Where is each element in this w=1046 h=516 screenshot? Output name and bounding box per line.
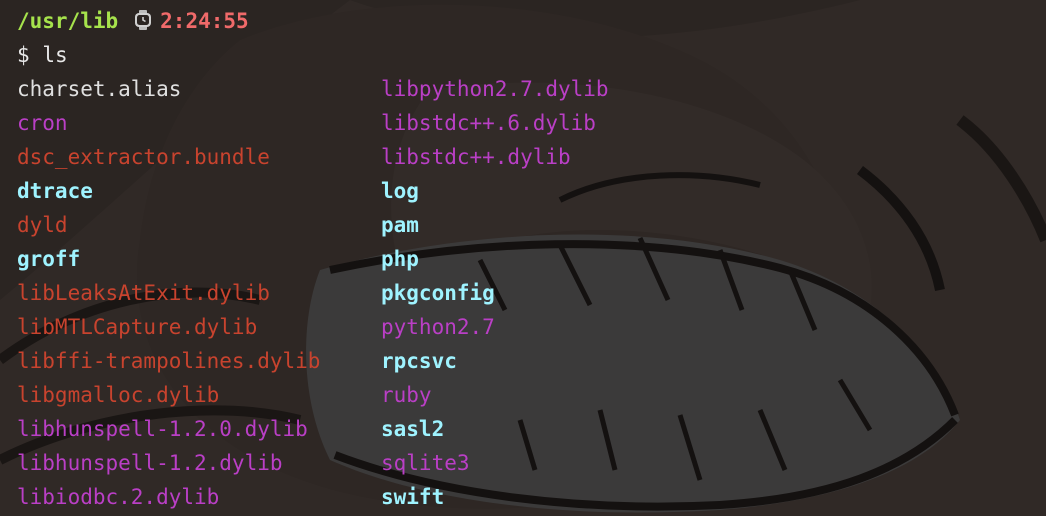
listing-entry: libgmalloc.dylib xyxy=(17,383,220,407)
listing-entry: cron xyxy=(17,111,68,135)
listing-entry: libpython2.7.dylib xyxy=(381,77,609,101)
listing-entry: dyld xyxy=(17,213,68,237)
status-line: /usr/lib 2:24:55 xyxy=(17,4,1046,38)
listing-entry: pkgconfig xyxy=(381,281,495,305)
command-text: ls xyxy=(42,43,68,67)
terminal-output: /usr/lib 2:24:55 $ ls charset.alias cron ds… xyxy=(17,4,1046,516)
listing-entry: rpcsvc xyxy=(381,349,457,373)
listing-entry: libstdc++.dylib xyxy=(381,145,571,169)
listing-column-2: libpython2.7.dylib libstdc++.6.dylib libst… xyxy=(381,72,745,514)
listing-entry: libffi-trampolines.dylib xyxy=(17,349,321,373)
listing-entry: libiodbc.2.dylib xyxy=(17,485,220,509)
listing-entry: libhunspell-1.2.0.dylib xyxy=(17,417,308,441)
listing-entry: ruby xyxy=(381,383,432,407)
listing-entry: php xyxy=(381,247,419,271)
listing-entry: sasl2 xyxy=(381,417,445,441)
watch-icon xyxy=(132,7,154,41)
current-directory: /usr/lib xyxy=(17,9,119,33)
listing-entry: libMTLCapture.dylib xyxy=(17,315,258,339)
listing-entry: libLeaksAtExit.dylib xyxy=(17,281,270,305)
listing-entry: dsc_extractor.bundle xyxy=(17,145,270,169)
listing-entry: libhunspell-1.2.dylib xyxy=(17,451,283,475)
listing-column-1: charset.alias cron dsc_extractor.bundledtr… xyxy=(17,72,381,514)
listing-entry: groff xyxy=(17,247,81,271)
clock-time: 2:24:55 xyxy=(160,9,249,33)
command-line: $ ls xyxy=(17,38,1046,72)
listing-entry: python2.7 xyxy=(381,315,495,339)
listing-entry: charset.alias xyxy=(17,77,182,101)
listing-entry: sqlite3 xyxy=(381,451,470,475)
prompt-symbol: $ xyxy=(17,43,30,67)
listing-entry: dtrace xyxy=(17,179,93,203)
listing-entry: swift xyxy=(381,485,445,509)
listing-entry: log xyxy=(381,179,419,203)
listing-entry: pam xyxy=(381,213,419,237)
ls-listing: charset.alias cron dsc_extractor.bundledtr… xyxy=(17,72,1046,514)
listing-entry: libstdc++.6.dylib xyxy=(381,111,596,135)
